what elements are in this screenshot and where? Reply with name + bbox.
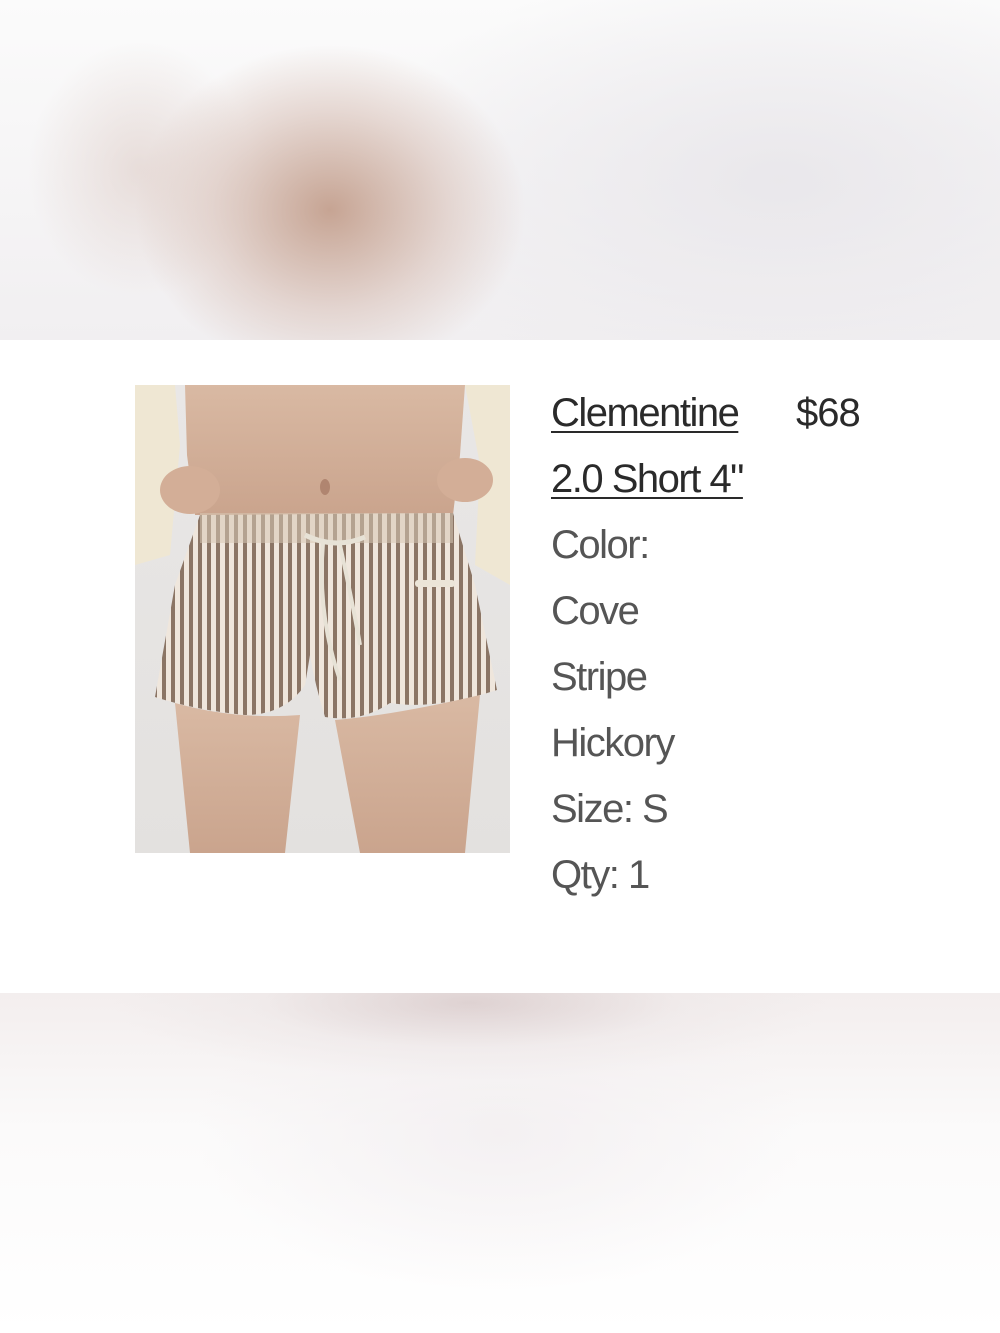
- product-size: Size: S: [551, 787, 669, 831]
- product-title-link[interactable]: Clementine 2.0 Short 4": [551, 380, 761, 512]
- product-price: $68: [796, 391, 861, 435]
- product-image[interactable]: [135, 385, 510, 853]
- blurred-background-top: [0, 0, 1000, 340]
- order-item-screen: Clementine 2.0 Short 4" $68 Color: Cove …: [0, 0, 1000, 1333]
- product-info: Clementine 2.0 Short 4" $68 Color: Cove …: [551, 380, 881, 908]
- product-quantity: Qty: 1: [551, 853, 650, 897]
- product-photo-icon: [135, 385, 510, 853]
- product-color: Color: Cove Stripe Hickory: [551, 523, 675, 765]
- blurred-background-bottom: [0, 993, 1000, 1333]
- order-line-item-card: Clementine 2.0 Short 4" $68 Color: Cove …: [0, 340, 1000, 993]
